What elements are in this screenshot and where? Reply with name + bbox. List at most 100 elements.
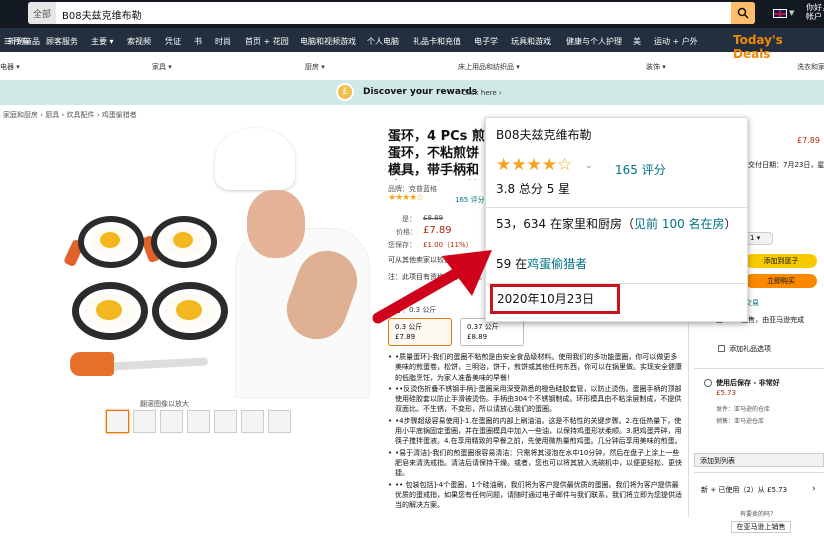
subnav-label: 家具 [152,63,166,71]
nav-item-pc[interactable]: 个人电脑 [367,36,399,47]
used-dispatch: 发件：亚马逊的仓库 [716,406,771,413]
thumbnail[interactable] [106,410,129,433]
egg-ring-image [78,216,144,268]
rewards-link[interactable]: Click here › [462,89,502,97]
nav-item-toys[interactable]: 玩具和游戏 [511,36,551,47]
nav-item-service[interactable]: 顾客服务 [46,36,78,47]
option-price: £7.89 [395,333,416,341]
popup-ratings-link[interactable]: 165 评分 [615,161,666,178]
nav-label: 主要 [91,37,107,46]
add-to-list-button[interactable]: 添加到列表 [694,453,824,467]
breadcrumb[interactable]: 家庭和厨房 › 厨具 › 炊具配件 › 鸡蛋偷猎者 [3,110,137,120]
nav-item-health[interactable]: 健康与个人护理 [566,36,622,47]
chevron-down-icon[interactable]: ⌄ [585,161,593,171]
subnav-decor[interactable]: 装饰 ▾ [646,62,666,72]
nav-item-home[interactable]: 首页 + 花园 [245,36,289,47]
nav-item-gift-cards[interactable]: 礼品卡和充值 [413,36,461,47]
rank-text: 59 在 [496,257,528,271]
zoom-hint: 翻滚图像以放大 [140,400,189,408]
rank-text: 53，634 在家里和厨房（ [496,217,634,231]
thumbnail[interactable] [160,410,183,433]
new-used-offers-link[interactable]: 新 + 已使用（2）从 £5.73 [701,485,787,495]
used-title: 使用后保存 - 非常好 [716,379,780,387]
chevron-down-icon: ▼ [789,9,795,17]
search-icon [737,7,749,19]
popup-rank-egg-poachers: 59 在鸡蛋偷猎者 [496,255,587,272]
thumbnail[interactable] [268,410,291,433]
rating-stars[interactable]: ★★★★☆ [388,193,424,203]
divider [485,207,748,208]
list-price: £8.89 [423,214,444,222]
price: £7.89 [423,225,452,236]
account-menu[interactable]: 你好，帐户 [806,3,824,21]
ratings-link[interactable]: 165 评分 [455,195,485,205]
rank-suffix: ） [724,217,737,231]
top-100-link[interactable]: 见前 100 名在房 [634,217,725,231]
subnav-kitchen[interactable]: 厨房 ▾ [305,62,325,72]
chevron-right-icon[interactable]: › [812,484,816,494]
option-price: £8.89 [467,333,488,341]
have-one-to-sell: 有要卖的吗？ [740,511,777,518]
list-price-label: 是： [402,215,416,223]
sell-on-amazon-button[interactable]: 在亚马逊上销售 [731,521,791,533]
egg-poachers-link[interactable]: 鸡蛋偷猎者 [527,257,587,271]
quantity-select[interactable]: 1 ▾ [745,232,773,245]
nav-item-sports[interactable]: 运动 + 户外 [654,36,698,47]
popup-title: B08夫兹克维布勒 [496,128,592,142]
rewards-coin-icon: £ [336,83,354,101]
nav-item-fashion[interactable]: 时尚 [215,36,231,47]
quantity-value: 1 [750,234,755,242]
thumbnail[interactable] [133,410,156,433]
subnav-label: 厨房 [305,63,319,71]
add-to-cart-button[interactable]: 添加到篮子 [745,254,817,268]
buybox-price: £7.89 [797,136,820,145]
feature-bullets: •质量蛋环]-我们的蛋圈不粘煎是由安全食品级材料。使用我们的多功能蛋圈，你可以做… [388,352,684,511]
nav-item-new[interactable]: 新到商品 [8,36,40,47]
nav-item-vouchers[interactable]: 凭证 [165,36,181,47]
used-price: £5.73 [716,389,737,397]
delivery-date: 交付日期：7月23日，星期 [748,161,824,169]
thumbnail[interactable] [241,410,264,433]
gift-checkbox[interactable] [718,345,725,352]
subnav-furniture[interactable]: 家具 ▾ [152,62,172,72]
chef-hat-image [215,128,295,190]
gift-option-label: 添加礼品选项 [729,345,771,353]
divider [694,472,824,473]
account-label: 帐户 [806,12,822,21]
thumbnail[interactable] [214,410,237,433]
thumbnail[interactable] [187,410,210,433]
used-radio[interactable] [704,379,712,387]
oil-brush-handle-image [107,357,209,371]
egg-ring-image [72,282,148,340]
search-category-dropdown[interactable]: 全部 [28,2,56,24]
product-title: 蛋环，4 PCs 煎蛋环，不粘煎饼模具，带手柄和油刷，适用于煎蛋、鸡蛋三明治、煎… [388,129,485,178]
nav-item-prime[interactable]: 主要 ▾ [91,36,114,47]
subnav-bedding[interactable]: 床上用品和纺织品 ▾ [458,62,520,72]
nav-item-beauty[interactable]: 美 [633,36,641,47]
egg-ring-image [151,216,217,268]
feature-bullet: ••反烫伤折叠不锈钢手柄]-蛋圈采用深受熟悉的橙色硅胶套管，以防止烫伤。蛋圈手柄… [388,384,684,415]
subnav-label: 电器 [0,63,14,71]
nav-item-video[interactable]: 索视频 [127,36,151,47]
annotation-arrow-icon [372,250,492,324]
search-input[interactable]: B08夫兹克维布勒 [62,7,142,22]
popup-average-rating: 3.8 总分 5 星 [496,182,571,196]
popup-rating-stars[interactable]: ★★★★☆ [496,155,572,175]
nav-item-books[interactable]: 书 [194,36,202,47]
divider [694,368,824,369]
chef-face-image [247,190,305,258]
todays-deals-link[interactable]: Today's Deals [733,33,824,61]
buy-now-button[interactable]: 立即购买 [745,274,817,288]
nav-item-electronics[interactable]: 电子学 [474,36,498,47]
feature-bullet: •质量蛋环]-我们的蛋圈不粘煎是由安全食品级材料。使用我们的多功能蛋圈，你可以做… [388,352,684,383]
uk-flag-icon[interactable] [773,9,787,18]
popup-rank-home-kitchen: 53，634 在家里和厨房（见前 100 名在房） [496,215,746,234]
popup-date: 2020年10月23日 [497,292,595,306]
search-button[interactable] [731,2,755,24]
subnav-appliances[interactable]: 电器 ▾ [0,62,20,72]
subnav-laundry[interactable]: 洗衣和家 [797,62,824,72]
category-label: 全部 [32,9,51,20]
greeting: 你好， [806,3,824,12]
price-label: 价格： [396,228,417,236]
nav-item-pc-games[interactable]: 电脑和视频游戏 [300,36,356,47]
